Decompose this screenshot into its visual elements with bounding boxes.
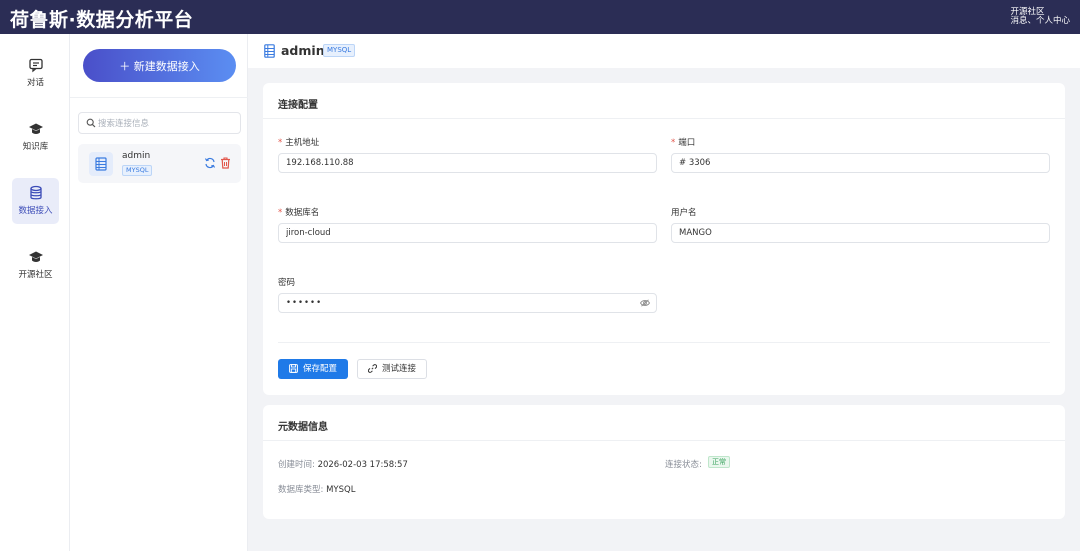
password-field[interactable]: [278, 293, 657, 313]
test-connection-label: 测试连接: [381, 364, 416, 375]
port-label: * 端口: [671, 138, 696, 148]
required-mark: *: [278, 208, 283, 218]
card-title: 元数据信息: [278, 422, 328, 433]
database-field[interactable]: [278, 223, 657, 243]
database-table-icon: [264, 44, 275, 58]
created-time-label: 创建时间:: [278, 460, 315, 470]
link-icon: [367, 363, 377, 373]
nav-item-data-access[interactable]: 数据接入: [12, 178, 59, 224]
database-type-value: MYSQL: [326, 485, 356, 495]
database-type: 数据库类型: MYSQL: [278, 483, 355, 495]
username-label: 用户名: [671, 208, 697, 218]
connection-item[interactable]: admin MYSQL: [78, 144, 241, 183]
port-field[interactable]: [671, 153, 1050, 173]
divider: [70, 97, 248, 98]
refresh-icon[interactable]: [204, 157, 216, 169]
username-field[interactable]: [671, 223, 1050, 243]
nav-label-chat: 对话: [26, 78, 44, 88]
app-title: 荷鲁斯·数据分析平台: [10, 9, 194, 31]
divider: [263, 118, 1065, 119]
nav-item-chat[interactable]: 对话: [12, 50, 59, 96]
nav-label-data-access: 数据接入: [18, 206, 53, 216]
database-type-label: 数据库类型:: [278, 485, 324, 495]
graduation-cap-icon: [28, 123, 43, 134]
search-icon: [86, 118, 96, 128]
required-mark: *: [671, 138, 676, 148]
created-time-value: 2026-02-03 17:58:57: [317, 460, 408, 470]
eye-off-icon[interactable]: [640, 299, 650, 307]
main-header: admin MYSQL: [248, 34, 1080, 68]
status-badge: 正常: [708, 456, 730, 468]
connection-name: admin: [122, 151, 151, 161]
test-connection-button[interactable]: 测试连接: [357, 359, 427, 379]
host-field[interactable]: [278, 153, 657, 173]
divider: [278, 342, 1050, 343]
connection-type-tag: MYSQL: [122, 165, 153, 176]
search-input[interactable]: [98, 116, 236, 131]
save-icon: [289, 363, 298, 373]
new-connection-button[interactable]: ＋ 新建数据接入: [83, 49, 236, 82]
connection-status-label: 连接状态:: [665, 460, 702, 470]
divider: [263, 440, 1065, 441]
graduation-cap-icon: [28, 251, 43, 262]
host-label: * 主机地址: [278, 138, 320, 148]
messages-profile-link[interactable]: 消息、个人中心: [1010, 17, 1070, 26]
delete-icon[interactable]: [220, 157, 231, 169]
nav-item-knowledge-base[interactable]: 知识库: [12, 114, 59, 160]
top-links: 开源社区 消息、个人中心: [1010, 8, 1070, 26]
created-time: 创建时间: 2026-02-03 17:58:57: [278, 458, 408, 470]
nav-item-open-source[interactable]: 开源社区: [12, 242, 59, 288]
page-title: admin: [281, 43, 325, 58]
card-title: 连接配置: [278, 100, 318, 111]
connections-panel: ＋ 新建数据接入 admin MYSQL: [70, 34, 248, 551]
password-label: 密码: [278, 278, 296, 288]
search-box: [78, 112, 241, 134]
save-config-button[interactable]: 保存配置: [278, 359, 348, 379]
top-bar: 荷鲁斯·数据分析平台 开源社区 消息、个人中心: [0, 0, 1080, 34]
database-label: * 数据库名: [278, 208, 320, 218]
chat-icon: [28, 58, 43, 73]
database-table-icon: [89, 152, 113, 176]
database-icon: [29, 185, 42, 200]
page-type-tag: MYSQL: [323, 44, 356, 57]
required-mark: *: [278, 138, 283, 148]
nav-label-open-source: 开源社区: [18, 270, 53, 280]
nav-label-knowledge-base: 知识库: [22, 142, 49, 152]
metadata-card: 元数据信息 创建时间: 2026-02-03 17:58:57 连接状态: 正常…: [263, 405, 1065, 519]
nav-rail: 对话 知识库 数据接入 开源社区: [0, 34, 70, 551]
save-config-label: 保存配置: [302, 364, 337, 375]
connection-config-card: 连接配置 *主机地址 *端口 *数据库名 用户名 密码 保存配置: [263, 83, 1065, 395]
